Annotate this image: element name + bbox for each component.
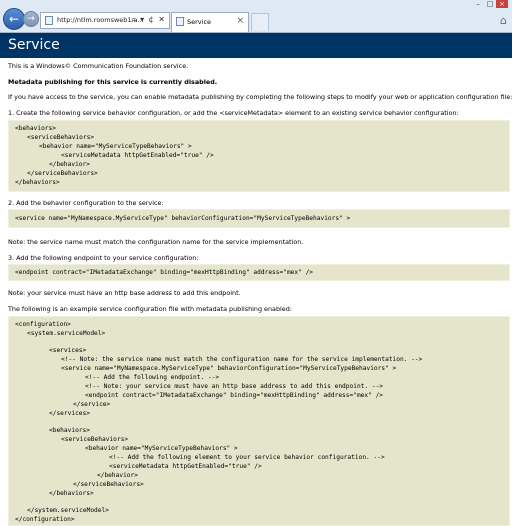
page-header [0,33,512,58]
address-bar[interactable]: http://ntlm.roomsweb1.a... ⌕ ▾ ¢ ✕ [40,12,170,29]
close-window-button[interactable]: × [496,0,508,8]
tab-close-icon[interactable]: × [236,16,244,26]
code-line: <!-- Note: your service must have an htt… [85,383,384,390]
code-line: <!-- Note: the service name must match t… [61,356,423,363]
code-line: <system.serviceModel> [27,330,106,337]
service-config-code: <service name="MyNamespace.MyServiceType… [8,209,510,228]
behavior-config-code: <behaviors> <serviceBehaviors> <behavior… [8,120,510,192]
disabled-notice: Metadata publishing for this service is … [8,78,218,86]
example-config-code: <configuration> <system.serviceModel> <s… [8,316,510,526]
minimize-button[interactable]: – [472,0,484,8]
window-controls: – □ × [472,0,508,8]
step-2-text: 2. Add the behavior configuration to the… [8,199,164,207]
code-line: <serviceBehaviors> [27,134,95,141]
code-line: <behaviors> [49,427,90,434]
code-line: <serviceBehaviors> [61,436,129,443]
note-base-address: Note: your service must have an http bas… [8,289,241,297]
code-line: <serviceMetadata httpGetEnabled="true" /… [109,463,262,470]
code-line: </serviceBehaviors> [73,481,144,488]
code-line: <behaviors> [15,125,56,132]
code-line: </behavior> [49,161,90,168]
code-line: </behaviors> [49,490,94,497]
code-line: </behaviors> [15,179,60,186]
tab-service[interactable]: Service × [171,12,249,32]
code-line: </system.serviceModel> [27,507,109,514]
step-1-text: 1. Create the following service behavior… [8,109,459,117]
home-icon[interactable]: ⌂ [500,14,507,27]
code-line: </behavior> [97,472,138,479]
code-line: </services> [49,410,90,417]
access-text: If you have access to the service, you c… [8,93,512,101]
forward-button[interactable]: → [23,11,39,27]
code-line: <endpoint contract="IMetadataExchange" b… [85,392,384,399]
example-text: The following is an example service conf… [8,305,292,313]
code-line: </configuration> [15,516,75,523]
tab-label: Service [187,18,212,26]
code-line: <endpoint contract="IMetadataExchange" b… [15,269,314,276]
code-line: <behavior name="MyServiceTypeBehaviors" … [85,445,238,452]
code-line: <services> [49,347,87,354]
page-icon [45,16,53,25]
browser-toolbar: – □ × ← → http://ntlm.roomsweb1.a... ⌕ ▾ ¢… [0,0,512,33]
tab-page-icon [176,17,184,26]
page-title: Service [8,37,60,53]
new-tab-button[interactable] [251,13,269,31]
code-line: </serviceBehaviors> [27,170,98,177]
intro-text: This is a Windows© Communication Foundat… [8,62,189,70]
step-3-text: 3. Add the following endpoint to your se… [8,254,199,262]
code-line: <behavior name="MyServiceTypeBehaviors" … [39,143,192,150]
maximize-button[interactable]: □ [484,0,496,8]
code-line: <configuration> [15,321,71,328]
code-line: </service> [73,401,111,408]
code-line: <serviceMetadata httpGetEnabled="true" /… [61,152,214,159]
code-line: <service name="MyNamespace.MyServiceType… [15,215,351,222]
code-line: <!-- Add the following endpoint. --> [85,374,220,381]
code-line: <service name="MyNamespace.MyServiceType… [61,365,397,372]
back-button[interactable]: ← [3,8,25,30]
note-service-name: Note: the service name must match the co… [8,238,304,246]
code-line: <!-- Add the following element to your s… [109,454,385,461]
address-bar-icons[interactable]: ⌕ ▾ ¢ ✕ [131,15,166,25]
endpoint-config-code: <endpoint contract="IMetadataExchange" b… [8,264,510,281]
